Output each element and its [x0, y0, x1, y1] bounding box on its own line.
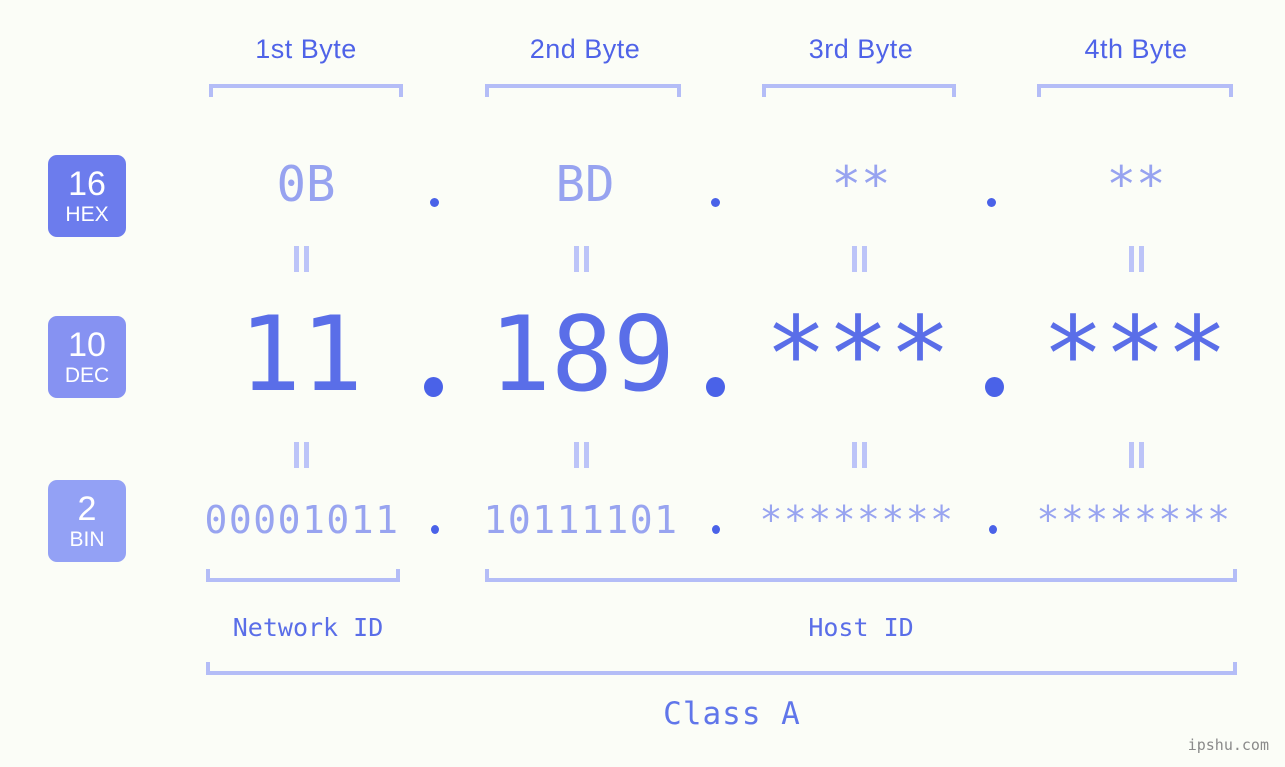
- byte-bracket-3: [762, 84, 956, 97]
- badge-bin-base: 2: [77, 490, 97, 528]
- equality-mark-hex-dec-3: [851, 246, 868, 272]
- dec-value-byte-1: 11: [238, 295, 364, 415]
- byte-header-3: 3rd Byte: [808, 34, 914, 64]
- dec-separator-dot-1: [424, 377, 443, 397]
- hex-value-byte-2: BD: [555, 156, 615, 213]
- hex-separator-dot-1: [430, 198, 439, 207]
- equality-mark-hex-dec-4: [1128, 246, 1145, 272]
- class-label: Class A: [663, 696, 801, 732]
- bin-value-byte-4: ********: [1036, 498, 1232, 542]
- byte-bracket-1: [209, 84, 403, 97]
- equality-mark-dec-bin-3: [851, 442, 868, 468]
- host-id-label: Host ID: [808, 613, 914, 642]
- dec-value-byte-3: ***: [764, 295, 952, 415]
- class-bracket: [206, 662, 1237, 675]
- network-id-bracket: [206, 569, 400, 582]
- badge-dec-base: 10: [68, 326, 106, 364]
- badge-hex-name: HEX: [65, 203, 109, 226]
- hex-value-byte-1: 0B: [276, 156, 336, 213]
- bin-separator-dot-1: [431, 525, 439, 534]
- hex-value-byte-4: **: [1106, 156, 1166, 213]
- badge-bin: 2 BIN: [48, 480, 126, 562]
- hex-value-byte-3: **: [831, 156, 891, 213]
- dec-separator-dot-2: [706, 377, 725, 397]
- byte-bracket-4: [1037, 84, 1233, 97]
- byte-header-1: 1st Byte: [255, 34, 357, 64]
- badge-hex-base: 16: [68, 165, 106, 203]
- dec-value-byte-2: 189: [488, 295, 676, 415]
- bin-value-byte-1: 00001011: [204, 498, 400, 542]
- bin-value-byte-2: 10111101: [483, 498, 679, 542]
- badge-bin-name: BIN: [69, 528, 105, 551]
- dec-value-byte-4: ***: [1041, 295, 1229, 415]
- badge-hex: 16 HEX: [48, 155, 126, 237]
- hex-separator-dot-3: [987, 198, 996, 207]
- watermark: ipshu.com: [1187, 736, 1269, 754]
- equality-mark-hex-dec-2: [573, 246, 590, 272]
- byte-bracket-2: [485, 84, 681, 97]
- equality-mark-dec-bin-2: [573, 442, 590, 468]
- bin-separator-dot-2: [712, 525, 720, 534]
- host-id-bracket: [485, 569, 1237, 582]
- equality-mark-hex-dec-1: [293, 246, 310, 272]
- byte-header-4: 4th Byte: [1084, 34, 1188, 64]
- ip-byte-breakdown-diagram: 1st Byte 2nd Byte 3rd Byte 4th Byte 16 H…: [0, 0, 1285, 767]
- equality-mark-dec-bin-4: [1128, 442, 1145, 468]
- equality-mark-dec-bin-1: [293, 442, 310, 468]
- dec-separator-dot-3: [985, 377, 1004, 397]
- bin-separator-dot-3: [989, 525, 997, 534]
- badge-dec: 10 DEC: [48, 316, 126, 398]
- bin-value-byte-3: ********: [759, 498, 955, 542]
- hex-separator-dot-2: [711, 198, 720, 207]
- network-id-label: Network ID: [232, 613, 384, 642]
- badge-dec-name: DEC: [64, 364, 110, 387]
- byte-header-2: 2nd Byte: [529, 34, 641, 64]
